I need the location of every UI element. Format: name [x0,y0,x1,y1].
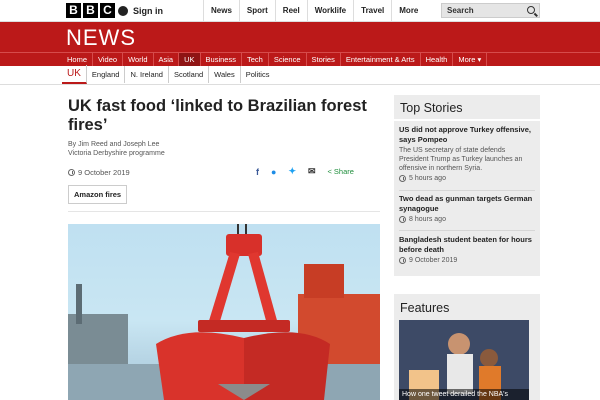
article-date: 9 October 2019 [68,168,130,177]
share-tools: f ● ✦ ✉ < Share [256,166,354,177]
global-nav: News Sport Reel Worklife Travel More ▾ [203,0,459,22]
share-icon: < [327,167,332,176]
top-stories-panel: Top Stories US did not approve Turkey of… [394,95,540,276]
top-stories-title: Top Stories [400,101,463,115]
article-headline: UK fast food ‘linked to Brazilian forest… [68,97,367,134]
divider [394,119,540,121]
share-button[interactable]: < Share [328,167,354,176]
sign-in-label: Sign in [133,6,163,16]
basketball-players-illustration [399,320,529,400]
search-icon[interactable] [527,6,535,14]
clock-icon [399,175,406,182]
subnav-item-politics[interactable]: Politics [241,66,275,83]
nav-item-stories[interactable]: Stories [307,53,341,66]
bbc-logo[interactable]: B B C [66,3,115,18]
top-story-headline[interactable]: Two dead as gunman targets German synago… [399,194,535,214]
logo-letter: B [83,3,98,18]
subnav-item-uk[interactable]: UK [62,65,87,84]
top-story-summary: The US secretary of state defends Presid… [399,147,523,172]
top-story[interactable]: Two dead as gunman targets German synago… [399,194,535,223]
facebook-icon[interactable]: f [256,167,259,177]
article-date-text: 9 October 2019 [78,168,130,177]
subnav-item-wales[interactable]: Wales [209,66,241,83]
byline: By Jim Reed and Joseph Lee Victoria Derb… [68,140,165,158]
crane-grab-illustration [68,224,380,400]
nav-item-world[interactable]: World [123,53,154,66]
top-story[interactable]: US did not approve Turkey offensive, say… [399,125,535,182]
global-nav-news[interactable]: News [203,0,239,22]
nav-item-tech[interactable]: Tech [242,53,269,66]
news-nav: Home Video World Asia UK Business Tech S… [0,52,600,66]
top-story-time-text: 8 hours ago [409,216,446,223]
email-icon[interactable]: ✉ [308,166,316,177]
divider [0,84,600,85]
byline-authors: By Jim Reed and Joseph Lee [68,141,160,148]
global-nav-sport[interactable]: Sport [238,0,275,22]
subnav-item-n-ireland[interactable]: N. Ireland [125,66,169,83]
nav-item-video[interactable]: Video [93,53,124,66]
subnav-item-england[interactable]: England [87,66,126,83]
clock-icon [399,216,406,223]
news-title[interactable]: NEWS [66,25,136,51]
topic-tag[interactable]: Amazon fires [68,185,128,204]
top-story-headline[interactable]: US did not approve Turkey offensive, say… [399,125,535,145]
top-story-time: 5 hours ago [399,175,535,182]
subnav-item-scotland[interactable]: Scotland [169,66,210,83]
more-label: More [399,6,419,15]
nav-item-more[interactable]: More ▾ [453,53,488,66]
sub-nav: UK England N. Ireland Scotland Wales Pol… [62,65,275,84]
share-label: Share [333,167,354,176]
features-title: Features [400,301,450,315]
top-story-time-text: 5 hours ago [409,175,446,182]
article-rule [68,211,380,212]
nav-item-asia[interactable]: Asia [154,53,180,66]
feature-caption: How one tweet derailed the NBA's [399,389,529,400]
global-nav-worklife[interactable]: Worklife [306,0,353,22]
divider [399,190,535,191]
news-masthead: NEWS [0,22,600,52]
nav-item-science[interactable]: Science [269,53,307,66]
top-story-time-text: 9 October 2019 [409,257,458,264]
search-placeholder: Search [447,6,474,15]
logo-letter: C [100,3,115,18]
global-nav-travel[interactable]: Travel [353,0,391,22]
twitter-icon[interactable]: ✦ [288,166,296,177]
top-story-time: 8 hours ago [399,216,535,223]
messenger-icon[interactable]: ● [271,167,276,177]
clock-icon [399,257,406,264]
search-input[interactable]: Search [441,3,540,18]
article-image [68,224,380,400]
top-bar: B B C Sign in News Sport Reel Worklife T… [0,0,600,22]
top-story-time: 9 October 2019 [399,257,535,264]
feature-image[interactable]: How one tweet derailed the NBA's [399,320,529,400]
clock-icon [68,169,75,176]
top-story[interactable]: Bangladesh student beaten for hours befo… [399,235,535,264]
divider [399,230,535,231]
nav-item-entertainment[interactable]: Entertainment & Arts [341,53,421,66]
sign-in-button[interactable]: Sign in [118,2,163,20]
nav-item-business[interactable]: Business [201,53,242,66]
logo-letter: B [66,3,81,18]
nav-item-uk[interactable]: UK [179,53,201,66]
features-panel: Features How one tweet derailed the NBA'… [394,294,540,400]
byline-programme: Victoria Derbyshire programme [68,150,165,157]
nav-item-health[interactable]: Health [421,53,454,66]
global-nav-reel[interactable]: Reel [274,0,307,22]
top-story-headline[interactable]: Bangladesh student beaten for hours befo… [399,235,535,255]
user-icon [118,6,128,16]
